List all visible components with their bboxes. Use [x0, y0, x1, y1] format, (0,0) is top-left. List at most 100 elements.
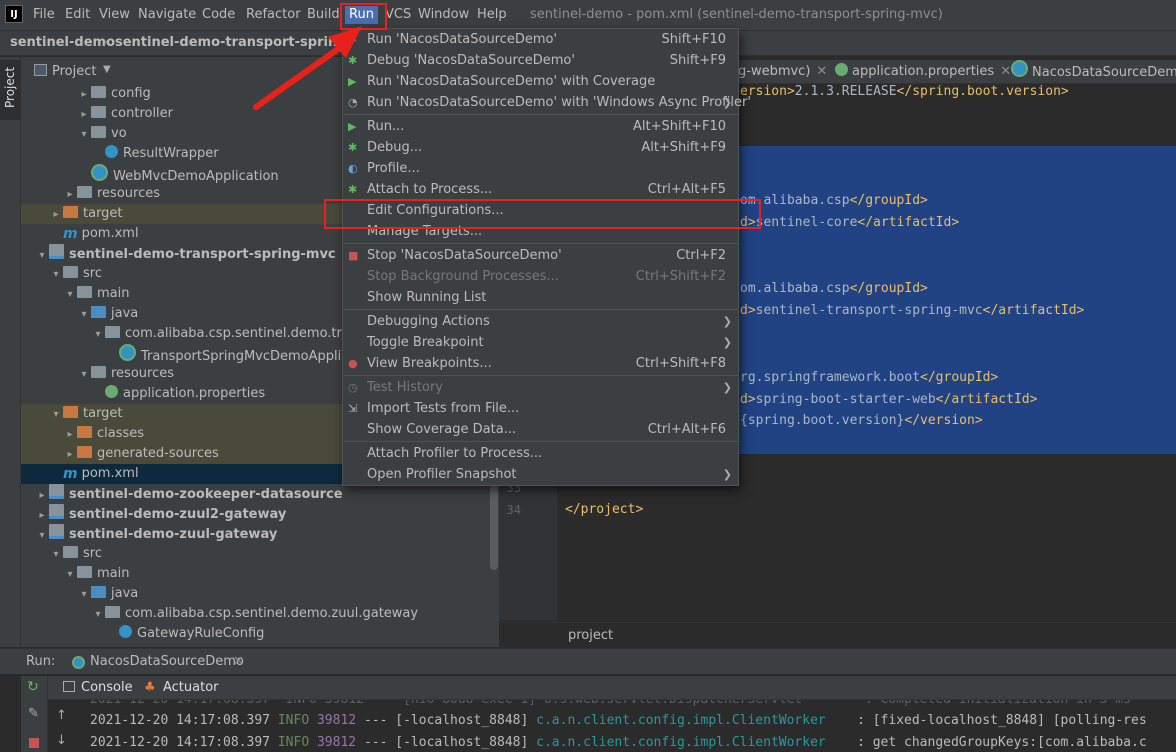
chevron-down-icon[interactable]: ▾ — [77, 305, 91, 325]
xml-value: spring-boot-starter-web — [755, 392, 936, 407]
editor-tab-nacos-datasource-demo[interactable]: NacosDataSourceDemo.ja — [1011, 60, 1176, 84]
menu-item-run-nacosdatasourcedemo-with-windows-async-profiler[interactable]: ◔ Run 'NacosDataSourceDemo' with 'Windows… — [343, 92, 751, 113]
tree-node-label: target — [83, 206, 123, 221]
editor-tab-pom-webmvc[interactable]: g-webmvc) ✕ — [738, 60, 827, 84]
breadcrumb-project-tag[interactable]: project — [568, 628, 613, 643]
chevron-down-icon[interactable]: ▾ — [49, 265, 63, 285]
close-icon[interactable]: ✕ — [816, 64, 827, 79]
chevron-right-icon[interactable]: ▸ — [77, 85, 91, 105]
project-tool-tab[interactable]: Project — [0, 60, 21, 120]
chevron-right-icon[interactable]: ▸ — [63, 445, 77, 465]
close-icon[interactable]: ✕ — [233, 654, 244, 669]
menu-item-test-history: ◷ Test History ❯ — [343, 377, 738, 398]
chevron-down-icon[interactable]: ▾ — [91, 325, 105, 345]
tree-node-label: WebMvcDemoApplication — [113, 169, 279, 184]
run-config-tab[interactable]: NacosDataSourceDemo — [90, 654, 244, 669]
menu-item-attach-profiler-to-process[interactable]: Attach Profiler to Process... — [343, 443, 738, 464]
chevron-down-icon[interactable]: ▾ — [35, 526, 49, 546]
spring-class-icon — [1011, 60, 1028, 77]
menu-item-attach-to-process[interactable]: ✱ Attach to Process... Ctrl+Alt+F5 — [343, 179, 738, 200]
xml-tag: </groupId> — [849, 281, 928, 296]
chevron-down-icon[interactable]: ▾ — [91, 605, 105, 625]
excluded-folder-icon — [63, 206, 78, 218]
menu-item-label: Debugging Actions — [367, 314, 490, 329]
excluded-folder-icon — [77, 426, 92, 438]
tree-node[interactable]: ▸ sentinel-demo-zuul2-gateway — [21, 504, 499, 524]
console-output[interactable]: ↑ ↓ 2021-12-20 14:17:08.397 INFO 39812 -… — [48, 700, 1176, 752]
menu-item-debug-nacosdatasourcedemo[interactable]: ✱ Debug 'NacosDataSourceDemo' Shift+F9 — [343, 50, 738, 71]
chevron-down-icon[interactable]: ▾ — [77, 365, 91, 385]
menu-edit[interactable]: Edit — [65, 0, 90, 30]
chevron-down-icon[interactable]: ▼ — [103, 64, 111, 75]
tree-node-label: sentinel-demo-zookeeper-datasource — [69, 487, 343, 502]
menu-item-view-breakpoints[interactable]: ● View Breakpoints... Ctrl+Shift+F8 — [343, 353, 738, 374]
menu-separator — [344, 309, 739, 310]
close-icon[interactable]: ✕ — [1000, 64, 1011, 79]
rerun-icon[interactable]: ↻ — [27, 679, 39, 695]
menu-navigate[interactable]: Navigate — [138, 0, 196, 30]
chevron-right-icon[interactable]: ▸ — [77, 105, 91, 125]
run-dropdown-menu: ▶Run 'NacosDataSourceDemo'Shift+F10✱Debu… — [342, 28, 751, 486]
menu-item-show-running-list[interactable]: Show Running List — [343, 287, 738, 308]
log-date: 2021-12-20 14:17:08.397 — [90, 735, 271, 750]
tree-node[interactable]: ▸ sentinel-demo-zookeeper-datasource — [21, 484, 499, 504]
chevron-down-icon[interactable]: ▾ — [77, 585, 91, 605]
chevron-down-icon[interactable]: ▾ — [77, 125, 91, 145]
module-icon — [49, 484, 64, 499]
tree-node[interactable]: ▾ src — [21, 544, 499, 564]
menu-item-label: Run 'NacosDataSourceDemo' — [367, 32, 558, 47]
menu-item-toggle-breakpoint[interactable]: Toggle Breakpoint ❯ — [343, 332, 738, 353]
chevron-right-icon[interactable]: ▸ — [63, 425, 77, 445]
chevron-right-icon[interactable]: ▸ — [63, 185, 77, 205]
menu-item-show-coverage-data[interactable]: Show Coverage Data... Ctrl+Alt+F6 — [343, 419, 738, 440]
tree-node[interactable]: ▾ com.alibaba.csp.sentinel.demo.zuul.gate… — [21, 604, 499, 624]
menu-item-profile[interactable]: ◐ Profile... — [343, 158, 738, 179]
tree-node-label: src — [83, 266, 102, 281]
tree-node[interactable]: ▾ main — [21, 564, 499, 584]
menu-item-debug[interactable]: ✱ Debug... Alt+Shift+F9 — [343, 137, 738, 158]
chevron-down-icon[interactable]: ▾ — [63, 565, 77, 585]
log-sep: --- — [363, 713, 388, 728]
chevron-down-icon[interactable]: ▾ — [49, 405, 63, 425]
chevron-right-icon[interactable]: ▸ — [35, 486, 49, 506]
menu-item-debugging-actions[interactable]: Debugging Actions ❯ — [343, 311, 738, 332]
scroll-down-icon[interactable]: ↓ — [56, 733, 67, 748]
menu-item-stop-background-processes: Stop Background Processes... Ctrl+Shift+F… — [343, 266, 738, 287]
menu-item-label: Show Coverage Data... — [367, 422, 517, 437]
wrench-icon[interactable]: ✎ — [28, 706, 39, 721]
menu-item-run-nacosdatasourcedemo-with-coverage[interactable]: ▶ Run 'NacosDataSourceDemo' with Coverage — [343, 71, 738, 92]
menu-item-import-tests-from-file[interactable]: ⇲ Import Tests from File... — [343, 398, 738, 419]
editor-tab-application-properties[interactable]: application.properties ✕ — [835, 60, 1011, 84]
tree-node[interactable]: ▾ sentinel-demo-zuul-gateway — [21, 524, 499, 544]
annotation-arrow — [253, 26, 362, 110]
chevron-down-icon[interactable]: ▾ — [63, 285, 77, 305]
chevron-down-icon[interactable]: ▾ — [35, 246, 49, 266]
menu-help[interactable]: Help — [477, 0, 507, 30]
menu-item-stop-nacosdatasourcedemo[interactable]: ■ Stop 'NacosDataSourceDemo' Ctrl+F2 — [343, 245, 738, 266]
chevron-down-icon[interactable]: ▾ — [49, 545, 63, 565]
menu-view[interactable]: View — [99, 0, 130, 30]
project-view-title[interactable]: Project — [52, 64, 96, 79]
breadcrumb-root[interactable]: sentinel-demo — [10, 35, 115, 50]
menu-window[interactable]: Window — [418, 0, 469, 30]
menu-vcs[interactable]: VCS — [385, 0, 411, 30]
tree-node[interactable]: GatewayRuleConfig — [21, 624, 499, 644]
menu-file[interactable]: File — [33, 0, 55, 30]
menu-item-open-profiler-snapshot[interactable]: Open Profiler Snapshot ❯ — [343, 464, 738, 485]
tab-console[interactable]: Console — [81, 680, 133, 695]
menu-item-run-nacosdatasourcedemo[interactable]: ▶Run 'NacosDataSourceDemo'Shift+F10 — [343, 29, 738, 50]
console-icon — [63, 681, 75, 692]
project-view-icon — [34, 64, 47, 76]
stop-icon[interactable] — [29, 738, 39, 748]
tree-node[interactable]: ▾ java — [21, 584, 499, 604]
tab-actuator[interactable]: Actuator — [163, 680, 219, 695]
log-thread: [-localhost_8848] — [395, 713, 529, 728]
actuator-icon: ♣ — [144, 680, 156, 695]
history-icon: ◷ — [348, 381, 358, 394]
menu-code[interactable]: Code — [202, 0, 235, 30]
chevron-right-icon[interactable]: ▸ — [35, 506, 49, 526]
tab-label: NacosDataSourceDemo.ja — [1032, 65, 1176, 80]
menu-item-run[interactable]: ▶ Run... Alt+Shift+F10 — [343, 116, 738, 137]
scroll-up-icon[interactable]: ↑ — [56, 708, 67, 723]
chevron-right-icon[interactable]: ▸ — [49, 205, 63, 225]
